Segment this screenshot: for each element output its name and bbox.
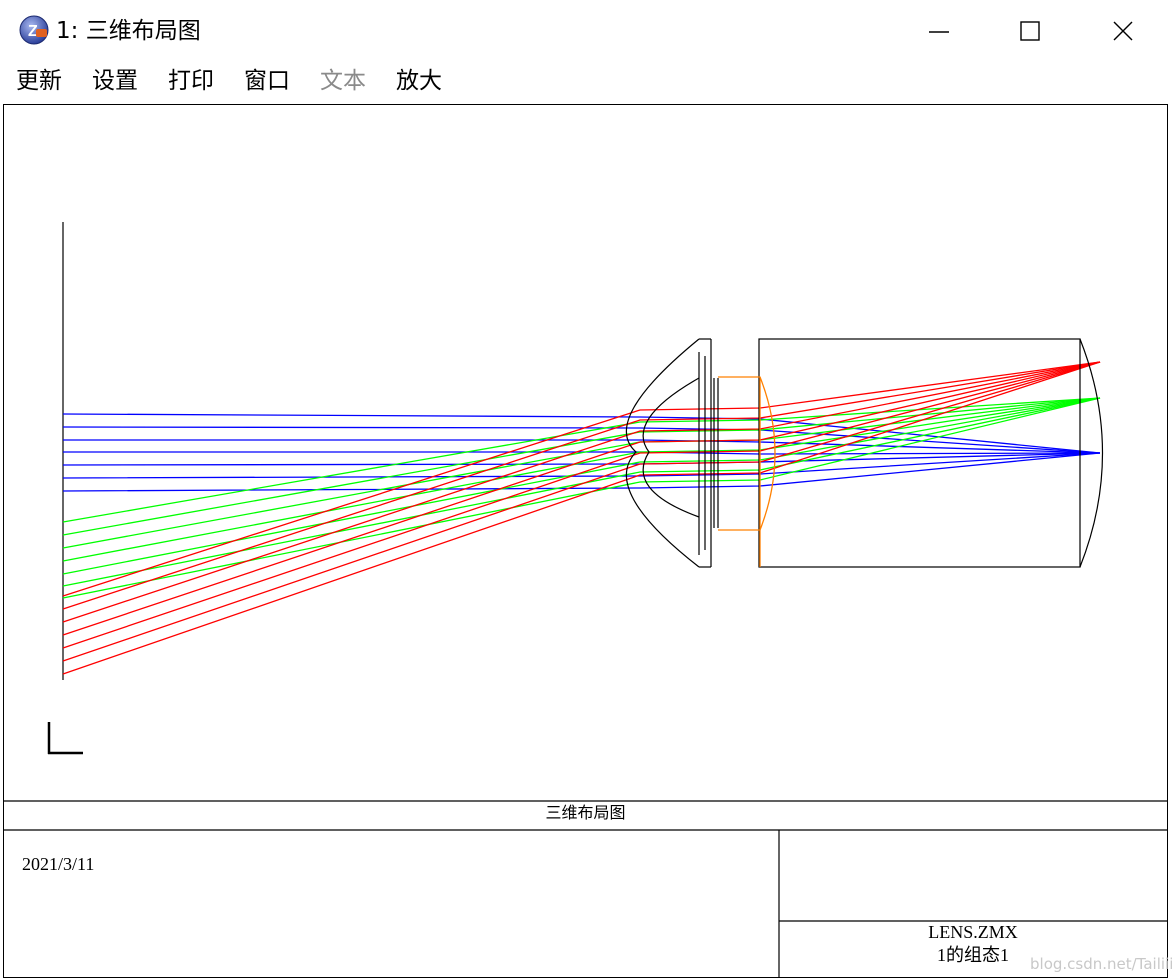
ray-line	[62, 361, 1101, 675]
layout-plot	[4, 222, 1167, 977]
ray-line	[62, 413, 1101, 454]
ray-field-3	[62, 361, 1101, 675]
ray-line	[62, 452, 1101, 492]
ray-line	[62, 361, 1101, 649]
file-name-label: LENS.ZMX	[928, 922, 1018, 942]
lens-1-inner-surface	[642, 377, 700, 518]
plot-title-label: 三维布局图	[545, 805, 626, 822]
ray-line	[62, 397, 1101, 562]
watermark-text: blog.csdn.net/Tailiii	[1030, 955, 1172, 973]
axis-indicator	[47, 722, 83, 755]
ray-line	[62, 397, 1101, 575]
ray-line	[62, 361, 1101, 610]
highlighted-lens	[718, 376, 776, 567]
plot-date-label: 2021/3/11	[22, 854, 95, 874]
ray-line	[62, 361, 1101, 662]
ray-line	[62, 397, 1101, 536]
